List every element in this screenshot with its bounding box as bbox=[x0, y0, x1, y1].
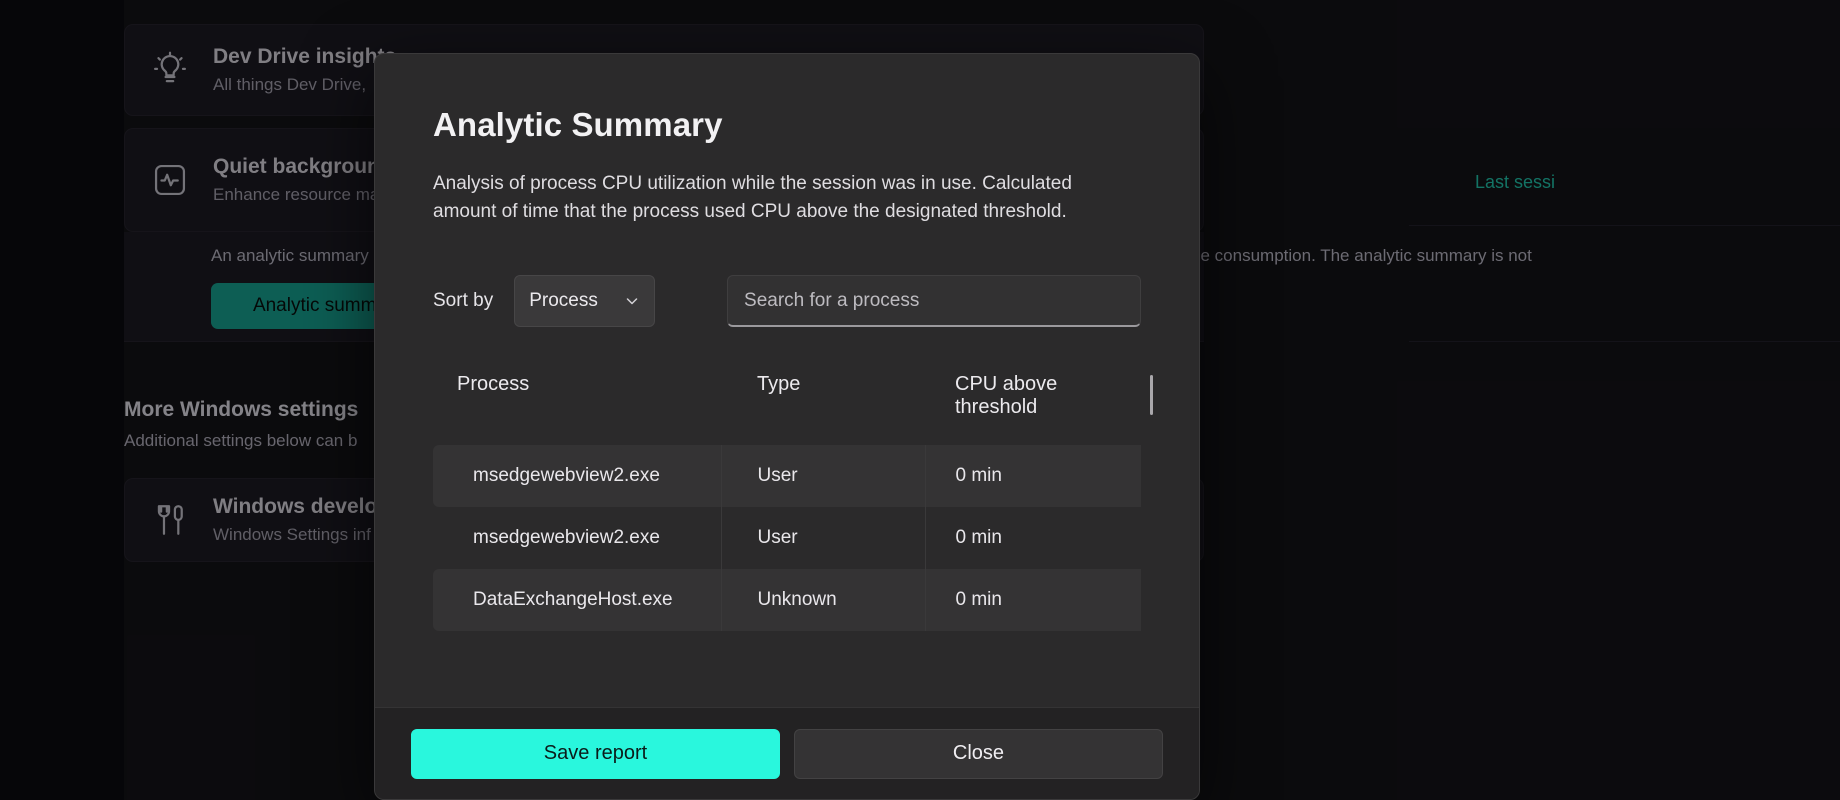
table-scrollbar[interactable] bbox=[1150, 375, 1153, 415]
cell-type: User bbox=[721, 445, 925, 507]
save-report-button[interactable]: Save report bbox=[411, 729, 780, 779]
close-button[interactable]: Close bbox=[794, 729, 1163, 779]
process-table: Process Type CPU above threshold msedgew… bbox=[433, 373, 1141, 631]
sort-by-dropdown[interactable]: Process bbox=[514, 275, 655, 327]
cell-cpu: 0 min bbox=[925, 507, 1141, 569]
cell-process: msedgewebview2.exe bbox=[433, 445, 721, 507]
search-input[interactable] bbox=[744, 290, 1124, 312]
analytic-summary-dialog: Analytic Summary Analysis of process CPU… bbox=[374, 53, 1200, 800]
search-process-box[interactable] bbox=[727, 275, 1141, 327]
sort-by-value: Process bbox=[529, 290, 598, 312]
table-header: Process Type CPU above threshold bbox=[433, 373, 1141, 445]
dialog-title: Analytic Summary bbox=[433, 106, 1141, 144]
cell-type: Unknown bbox=[721, 569, 925, 631]
dialog-body: Analytic Summary Analysis of process CPU… bbox=[375, 54, 1199, 707]
chevron-down-icon bbox=[624, 293, 640, 309]
cell-type: User bbox=[721, 507, 925, 569]
filter-row: Sort by Process bbox=[433, 275, 1141, 327]
cell-process: msedgewebview2.exe bbox=[433, 507, 721, 569]
table-header-row: Process Type CPU above threshold bbox=[433, 373, 1141, 445]
table-body: msedgewebview2.exe User 0 min msedgewebv… bbox=[433, 445, 1141, 631]
process-table-container: Process Type CPU above threshold msedgew… bbox=[433, 373, 1141, 707]
sort-by-label: Sort by bbox=[433, 290, 493, 312]
cell-cpu: 0 min bbox=[925, 445, 1141, 507]
table-row[interactable]: msedgewebview2.exe User 0 min bbox=[433, 507, 1141, 569]
column-header-process[interactable]: Process bbox=[433, 373, 721, 445]
table-row[interactable]: DataExchangeHost.exe Unknown 0 min bbox=[433, 569, 1141, 631]
cell-process: DataExchangeHost.exe bbox=[433, 569, 721, 631]
dialog-footer: Save report Close bbox=[375, 707, 1199, 799]
screen: Dev Drive insights All things Dev Drive,… bbox=[0, 0, 1840, 800]
column-header-type[interactable]: Type bbox=[721, 373, 925, 445]
cell-cpu: 0 min bbox=[925, 569, 1141, 631]
column-header-cpu-above-threshold[interactable]: CPU above threshold bbox=[925, 373, 1141, 445]
dialog-description: Analysis of process CPU utilization whil… bbox=[433, 170, 1133, 225]
table-row[interactable]: msedgewebview2.exe User 0 min bbox=[433, 445, 1141, 507]
